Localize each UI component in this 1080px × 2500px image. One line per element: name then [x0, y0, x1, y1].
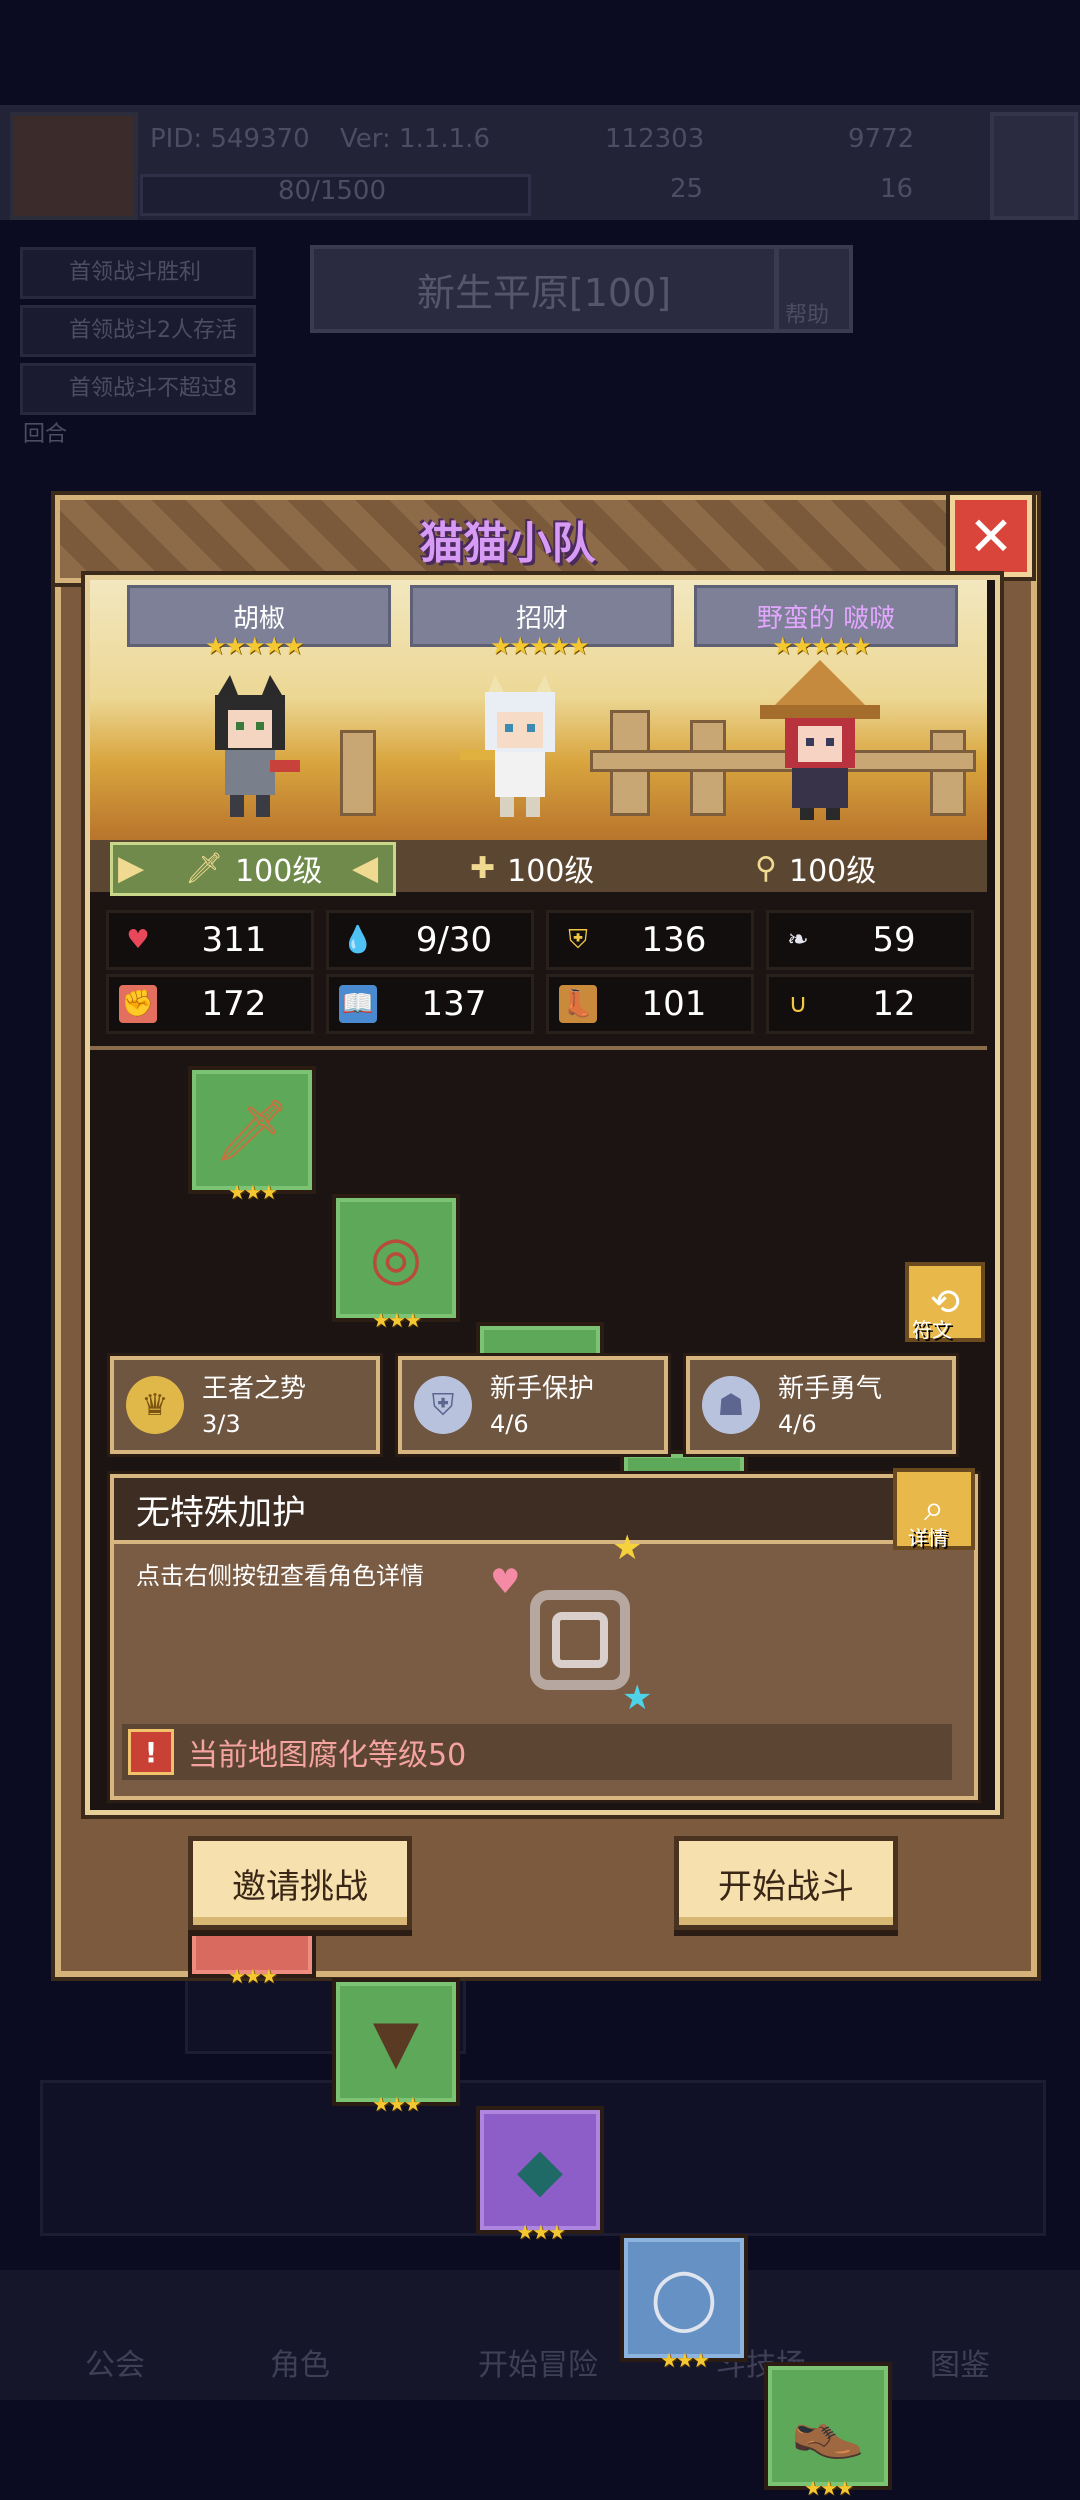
player-id: PID: 549370 — [150, 124, 310, 154]
char-2-level: ✚ 100级 — [470, 850, 595, 890]
spellbook-icon: 📖 — [339, 985, 377, 1023]
stamina-value: 80/1500 — [278, 176, 387, 206]
corruption-warning: ! 当前地图腐化等级50 — [122, 1724, 952, 1780]
char-stars-1: ★★★★★ — [205, 632, 305, 660]
cat-priest-sprite[interactable] — [450, 670, 590, 820]
crown-badge-icon: ♛ — [126, 1376, 184, 1434]
stat-attack: ✊ 172 — [106, 974, 314, 1034]
corruption-text: 当前地图腐化等级50 — [188, 1738, 467, 1773]
buff-card-2[interactable]: ⛨ 新手保护 4/6 — [398, 1356, 668, 1454]
silver-ring-icon: ◯ — [650, 2263, 718, 2333]
equip-slot-cloak[interactable]: ◆ ★★★ — [476, 2106, 604, 2244]
blessing-title: 无特殊加护 — [136, 1492, 306, 1533]
buff-count-2: 4/6 — [490, 1410, 529, 1438]
fence-post — [340, 730, 376, 816]
horseshoe-icon: ∪ — [788, 989, 808, 1019]
nav-codex[interactable]: 图鉴 — [930, 2340, 990, 2384]
buff-card-3[interactable]: ☗ 新手勇气 4/6 — [686, 1356, 956, 1454]
heart-icon: ♥ — [126, 925, 150, 955]
quest-item-1: 首领战斗胜利 — [20, 247, 256, 299]
stat-evasion: ❧ 59 — [766, 910, 974, 970]
witch-sprite[interactable] — [745, 660, 895, 820]
nav-guild[interactable]: 公会 — [85, 2340, 145, 2384]
equip-slot-armor[interactable]: ▼ ★★★ — [332, 1978, 460, 2116]
blessing-header: 无特殊加护 — [110, 1474, 898, 1544]
rune-label: 符文 — [912, 1318, 952, 1342]
heart-sparkle-icon: ♥ — [490, 1562, 521, 1602]
shield-icon: ⛨ — [568, 924, 588, 955]
fist-icon: ✊ — [119, 985, 157, 1023]
cat-warrior-sprite[interactable] — [180, 670, 320, 820]
game-version: Ver: 1.1.1.6 — [340, 124, 490, 154]
stat-speed: 👢 101 — [546, 974, 754, 1034]
stat-mana: 💧 9/30 — [326, 910, 534, 970]
buff-name-2: 新手保护 — [490, 1374, 595, 1404]
char-3-level: ⚲ 100级 — [755, 850, 877, 890]
boot-icon: 👢 — [559, 985, 597, 1023]
stat-defense: ⛨ 136 — [546, 910, 754, 970]
currency-a-value: 112303 — [605, 124, 705, 154]
start-battle-button[interactable]: 开始战斗 — [674, 1836, 898, 1930]
blessing-hint: 点击右侧按钮查看角色详情 — [136, 1562, 424, 1590]
char-name-1: 胡椒 — [232, 603, 285, 634]
shield-badge-icon: ⛨ — [414, 1376, 472, 1434]
currency-b-value: 9772 — [848, 124, 915, 154]
wing-icon: ❧ — [787, 925, 809, 955]
priest-class-icon: ✚ — [470, 850, 496, 886]
buff-name-3: 新手勇气 — [778, 1374, 883, 1404]
cloak-icon: ◆ — [516, 2135, 564, 2205]
wooden-sword-icon: 🗡 — [213, 1095, 291, 1166]
buff-card-1[interactable]: ♛ 王者之势 3/3 — [110, 1356, 380, 1454]
close-icon: ✕ — [968, 504, 1014, 568]
chevron-right-icon[interactable]: ◀ — [352, 848, 378, 888]
stat-magic: 📖 137 — [326, 974, 534, 1034]
equip-slot-ring[interactable]: ◯ ★★★ — [620, 2234, 748, 2372]
dialog-title-bar: 猫猫小队 — [55, 495, 960, 583]
blessing-symbol-icon — [530, 1590, 630, 1690]
round-shield-icon: ◎ — [369, 1223, 423, 1293]
invite-challenge-button[interactable]: 邀请挑战 — [188, 1836, 412, 1930]
stat-luck: ∪ 12 — [766, 974, 974, 1034]
equip-slot-weapon[interactable]: 🗡 ★★★ — [188, 1066, 316, 1204]
helmet-badge-icon: ☗ — [702, 1376, 760, 1434]
chevron-left-icon[interactable]: ▶ — [118, 848, 144, 888]
char-stars-2: ★★★★★ — [490, 632, 590, 660]
detail-label: 详情 — [908, 1526, 948, 1550]
clover-count: 25 — [670, 174, 704, 204]
divider — [90, 1046, 987, 1050]
buff-count-3: 4/6 — [778, 1410, 817, 1438]
char-name-2: 招财 — [515, 603, 568, 634]
fence-post — [930, 730, 966, 816]
sword-class-icon: 🗡 — [185, 850, 224, 886]
stat-hp: ♥ 311 — [106, 910, 314, 970]
warning-icon: ! — [128, 1729, 174, 1775]
char-name-3: 野蛮的 啵啵 — [756, 603, 896, 634]
buff-count-1: 3/3 — [202, 1410, 241, 1438]
nav-character[interactable]: 角色 — [270, 2340, 330, 2384]
char-1-level: 🗡 100级 — [185, 850, 323, 890]
leather-boots-icon: 👞 — [790, 2391, 866, 2462]
leather-armor-icon: ▼ — [372, 2007, 420, 2077]
close-button[interactable]: ✕ — [950, 495, 1032, 577]
player-avatar[interactable] — [10, 112, 138, 220]
nav-start-adventure[interactable]: 开始冒险 — [478, 2340, 598, 2384]
star-sparkle-icon: ★ — [612, 1528, 643, 1568]
staff-class-icon: ⚲ — [755, 850, 777, 886]
key-count: 16 — [880, 174, 914, 204]
equip-slot-boots[interactable]: 👞 ★★★ — [764, 2362, 892, 2500]
dialog-title: 猫猫小队 — [419, 518, 596, 569]
quest-item-2: 首领战斗2人存活 — [20, 305, 256, 357]
help-button[interactable]: 帮助 — [775, 245, 853, 333]
char-stars-3: ★★★★★ — [772, 632, 872, 660]
quest-item-3: 首领战斗不超过8回合 — [20, 363, 256, 447]
settings-gear-icon[interactable] — [990, 112, 1078, 220]
buff-name-1: 王者之势 — [202, 1374, 307, 1404]
equip-slot-shield[interactable]: ◎ ★★★ — [332, 1194, 460, 1332]
star-sparkle-icon: ★ — [622, 1678, 653, 1718]
mana-drop-icon: 💧 — [341, 925, 375, 955]
map-selector[interactable]: 新生平原[100] — [310, 245, 778, 333]
